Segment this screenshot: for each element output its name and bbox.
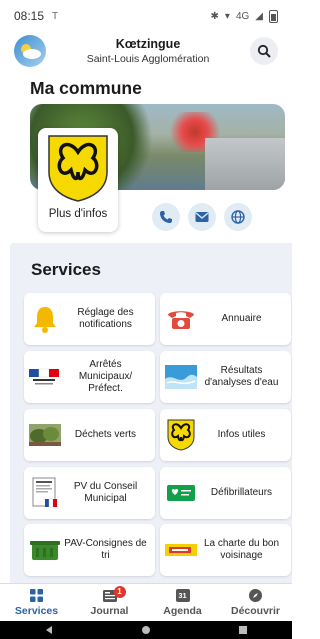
network-label: 4G xyxy=(235,10,250,22)
bin-icon xyxy=(30,541,60,560)
search-button[interactable] xyxy=(250,37,278,65)
calendar-icon: 31 xyxy=(175,589,190,602)
nav-label: Services xyxy=(14,604,59,617)
tile-label: Arrêtés Municipaux/ Préfect. xyxy=(78,359,133,394)
bottom-navigation: Services 1 Journal 31 Agenda Découvrir xyxy=(0,583,292,621)
back-icon[interactable] xyxy=(44,625,54,635)
tile-label: Annuaire xyxy=(221,313,262,324)
document-icon xyxy=(32,477,57,508)
status-bar: 08:15 T ✱ ▾ 4G ◢ xyxy=(0,0,292,32)
green-waste-icon xyxy=(29,424,61,446)
tile-label: PAV-Consignes de tri xyxy=(64,538,147,561)
status-icons: ✱ ▾ 4G ◢ xyxy=(210,9,278,23)
compass-icon xyxy=(249,589,262,602)
home-icon[interactable] xyxy=(141,625,151,635)
tile-council-minutes[interactable]: PV du Conseil Municipal xyxy=(24,467,155,519)
tile-label: Résultats d'analyses d'eau xyxy=(204,365,279,388)
call-button[interactable] xyxy=(152,203,180,231)
nav-services[interactable]: Services xyxy=(0,584,73,621)
charter-icon xyxy=(165,544,197,556)
signal-icon: ◢ xyxy=(255,10,263,22)
bluetooth-icon: ✱ xyxy=(210,10,219,22)
water-icon xyxy=(165,365,197,389)
battery-icon xyxy=(269,9,278,23)
section-title-commune: Ma commune xyxy=(30,78,142,98)
defibrillator-icon xyxy=(167,485,195,501)
agglomeration-name: Saint-Louis Agglomération xyxy=(86,53,210,65)
tile-useful-info[interactable]: Infos utiles xyxy=(160,409,291,461)
tile-sorting-instructions[interactable]: PAV-Consignes de tri xyxy=(24,524,155,576)
nav-agenda[interactable]: 31 Agenda xyxy=(146,584,219,621)
app-logo[interactable] xyxy=(14,35,46,67)
system-navigation-bar xyxy=(0,621,292,639)
tile-label: La charte du bon voisinage xyxy=(203,538,280,561)
globe-icon xyxy=(231,210,245,224)
crest-icon xyxy=(48,135,108,202)
tile-defibrillators[interactable]: Défibrillateurs xyxy=(160,467,291,519)
journal-badge: 1 xyxy=(113,585,126,598)
bell-icon xyxy=(34,307,56,333)
app-header: Kœtzingue Saint-Louis Agglomération xyxy=(0,32,292,70)
email-button[interactable] xyxy=(188,203,216,231)
more-info-label: Plus d'infos xyxy=(48,208,108,220)
notification-icon: T xyxy=(52,10,59,22)
tile-green-waste[interactable]: Déchets verts xyxy=(24,409,155,461)
town-name: Kœtzingue xyxy=(115,37,181,51)
telephone-icon xyxy=(168,311,194,329)
status-time: 08:15 xyxy=(14,9,45,23)
tile-neighbourhood-charter[interactable]: La charte du bon voisinage xyxy=(160,524,291,576)
section-title-services: Services xyxy=(31,260,101,279)
crest-icon xyxy=(167,419,195,451)
nav-journal[interactable]: 1 Journal xyxy=(73,584,146,621)
tile-water-analysis[interactable]: Résultats d'analyses d'eau xyxy=(160,351,291,403)
tile-label: Infos utiles xyxy=(217,429,266,440)
nav-discover[interactable]: Découvrir xyxy=(219,584,292,621)
more-info-card[interactable]: Plus d'infos xyxy=(38,128,118,232)
arrete-icon xyxy=(29,368,59,385)
tile-directory[interactable]: Annuaire xyxy=(160,293,291,345)
contact-actions xyxy=(152,203,252,231)
wifi-icon: ▾ xyxy=(224,10,230,22)
grid-icon xyxy=(30,589,43,602)
tile-notification-settings[interactable]: Réglage des notifications xyxy=(24,293,155,345)
tile-label: Déchets verts xyxy=(74,429,137,440)
phone-icon xyxy=(160,211,172,223)
nav-label: Journal xyxy=(90,604,129,617)
nav-label: Découvrir xyxy=(230,604,281,617)
tile-label: PV du Conseil Municipal xyxy=(73,481,138,504)
nav-label: Agenda xyxy=(163,604,202,617)
mail-icon xyxy=(195,212,209,222)
search-icon xyxy=(257,44,271,58)
tile-label: Défibrillateurs xyxy=(210,487,273,498)
tile-municipal-decrees[interactable]: Arrêtés Municipaux/ Préfect. xyxy=(24,351,155,403)
recents-icon[interactable] xyxy=(238,625,248,635)
tile-label: Réglage des notifications xyxy=(77,307,134,330)
website-button[interactable] xyxy=(224,203,252,231)
